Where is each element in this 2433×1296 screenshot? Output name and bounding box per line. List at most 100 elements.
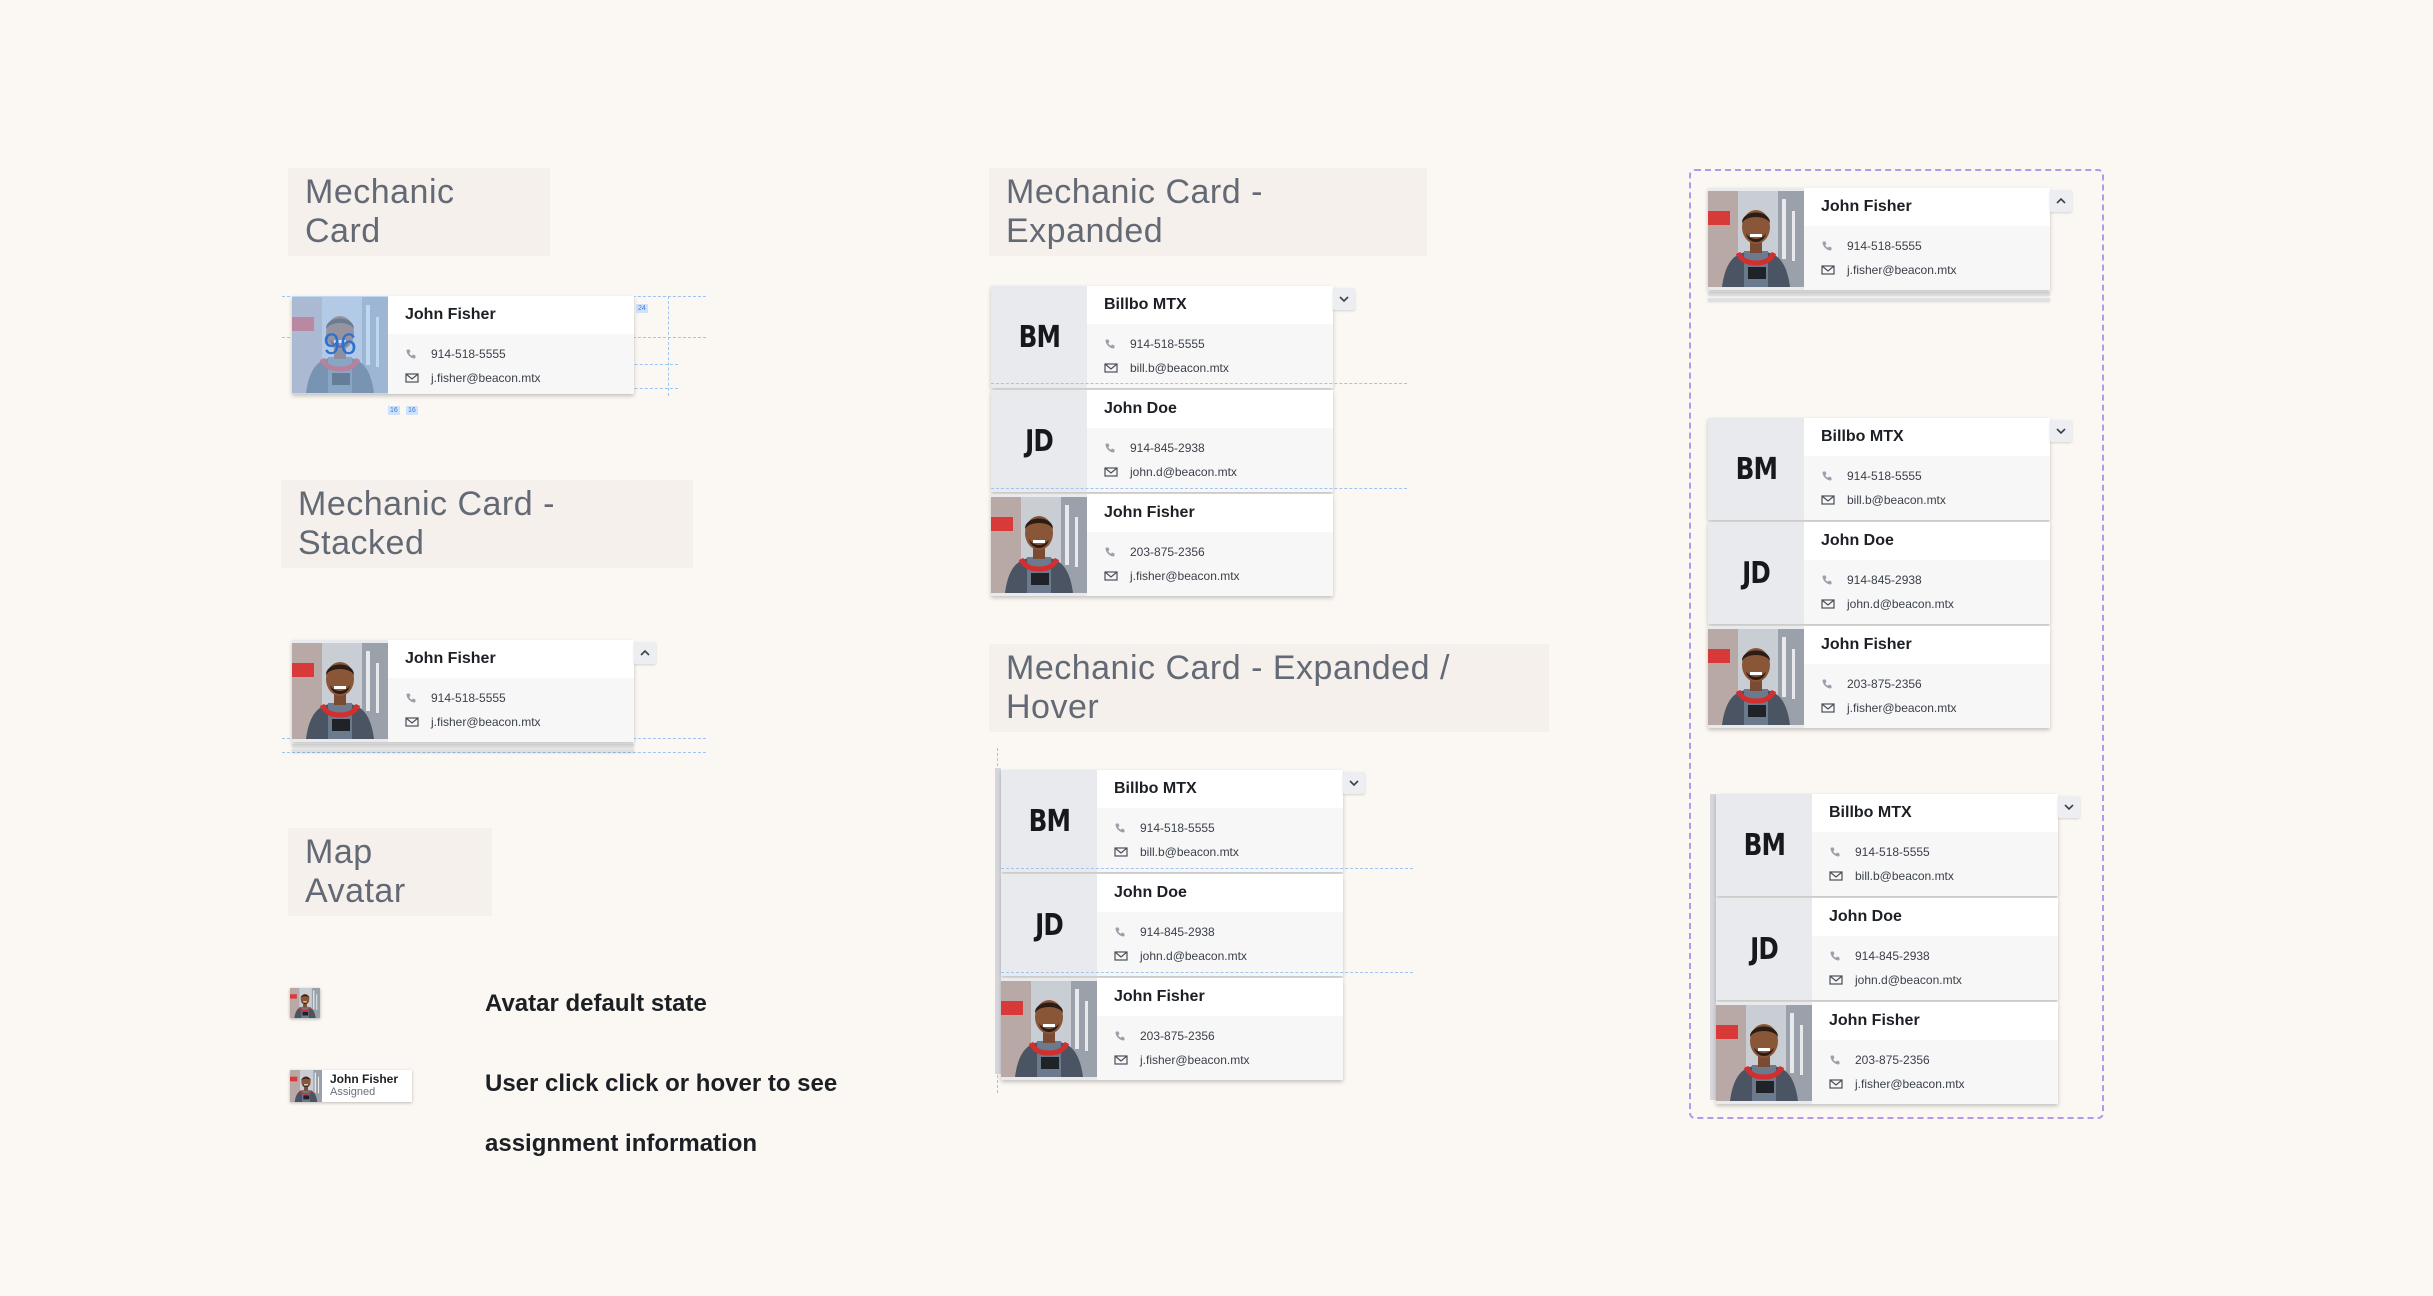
mechanic-email[interactable]: j.fisher@beacon.mtx [1847, 263, 1957, 277]
title-text: Mechanic Card - Stacked [298, 485, 555, 562]
mail-icon [1829, 870, 1855, 882]
map-avatar-assigned[interactable]: John Fisher Assigned [290, 1070, 412, 1102]
mechanic-name: John Fisher [1114, 988, 1205, 1005]
mechanic-phone[interactable]: 914-845-2938 [1130, 441, 1205, 455]
mechanic-email[interactable]: john.d@beacon.mtx [1140, 949, 1247, 963]
variant-collapsed-card[interactable]: John Fisher 914-518-5555 j.fisher@beacon… [1708, 188, 2050, 290]
mechanic-phone[interactable]: 914-518-5555 [1847, 469, 1922, 483]
phone-icon [1104, 442, 1130, 454]
mechanic-email[interactable]: bill.b@beacon.mtx [1855, 869, 1954, 883]
avatar: BM [1708, 418, 1804, 520]
phone-icon [1104, 338, 1130, 350]
mechanic-card-billbo[interactable]: BM Billbo MTX 914-518-5555 bill.b@beacon… [991, 286, 1333, 388]
variant-hover-john-doe[interactable]: JD John Doe 914-845-2938 john.d@beacon.m… [1716, 898, 2058, 1000]
mechanic-email[interactable]: john.d@beacon.mtx [1855, 973, 1962, 987]
map-avatar[interactable] [290, 988, 320, 1018]
guide-line [1001, 972, 1413, 973]
mechanic-card-john-fisher-hover[interactable]: John Fisher 203-875-2356 j.fisher@beacon… [1001, 978, 1343, 1080]
collapse-button[interactable] [1333, 288, 1355, 310]
avatar-photo [1708, 188, 1804, 290]
mechanic-name: John Fisher [1104, 504, 1195, 521]
mechanic-phone[interactable]: 914-518-5555 [431, 347, 506, 361]
mechanic-email[interactable]: john.d@beacon.mtx [1847, 597, 1954, 611]
mechanic-phone[interactable]: 914-845-2938 [1847, 573, 1922, 587]
mechanic-phone[interactable]: 914-518-5555 [431, 691, 506, 705]
stack-layer [1708, 298, 2050, 301]
avatar-photo [991, 494, 1087, 596]
avatar-initials: BM [1735, 451, 1777, 487]
click-hover-label-line2: assignment information [485, 1130, 758, 1157]
chevron-up-icon [2054, 194, 2068, 208]
mechanic-card-john-doe-hover[interactable]: JD John Doe 914-845-2938 john.d@beacon.m… [1001, 874, 1343, 976]
variant-hover-john-fisher[interactable]: John Fisher 203-875-2356 j.fisher@beacon… [1716, 1002, 2058, 1104]
variant-hover-billbo[interactable]: BM Billbo MTX 914-518-5555 bill.b@beacon… [1716, 794, 2058, 896]
guide-line [991, 488, 1407, 489]
expand-button[interactable] [634, 642, 656, 664]
phone-icon [1114, 822, 1140, 834]
title-expanded: Mechanic Card - Expanded [989, 168, 1427, 256]
mechanic-name: John Fisher [1829, 1012, 1920, 1029]
avatar [1708, 626, 1804, 728]
mechanic-email[interactable]: j.fisher@beacon.mtx [431, 715, 541, 729]
mechanic-card[interactable]: 96 John Fisher 914-518-5555 j.fisher@bea… [292, 296, 634, 394]
avatar: BM [1716, 794, 1812, 896]
assign-status: Assigned [330, 1086, 376, 1098]
mechanic-phone[interactable]: 914-518-5555 [1847, 239, 1922, 253]
mechanic-email[interactable]: j.fisher@beacon.mtx [1847, 701, 1957, 715]
mechanic-email[interactable]: j.fisher@beacon.mtx [1130, 569, 1240, 583]
avatar [1001, 978, 1097, 1080]
phone-icon [405, 692, 431, 704]
collapse-button[interactable] [2050, 420, 2072, 442]
mechanic-name: John Doe [1829, 908, 1902, 925]
phone-icon [1829, 950, 1855, 962]
mechanic-phone[interactable]: 203-875-2356 [1847, 677, 1922, 691]
variant-expanded-billbo[interactable]: BM Billbo MTX 914-518-5555 bill.b@beacon… [1708, 418, 2050, 520]
measure-tag: 16 [406, 406, 418, 415]
mechanic-phone[interactable]: 914-518-5555 [1140, 821, 1215, 835]
mechanic-phone[interactable]: 914-518-5555 [1855, 845, 1930, 859]
variant-expanded-john-doe[interactable]: JD John Doe 914-845-2938 john.d@beacon.m… [1708, 522, 2050, 624]
mechanic-card-billbo-hover[interactable]: BM Billbo MTX 914-518-5555 bill.b@beacon… [1001, 770, 1343, 872]
mechanic-name: Billbo MTX [1829, 804, 1912, 821]
collapse-button[interactable] [1343, 772, 1365, 794]
avatar: BM [1001, 770, 1097, 872]
mechanic-card-john-fisher[interactable]: John Fisher 203-875-2356 j.fisher@beacon… [991, 494, 1333, 596]
expand-button[interactable] [2050, 190, 2072, 212]
title-text: Map Avatar [305, 833, 406, 910]
phone-icon [1829, 846, 1855, 858]
mechanic-name: Billbo MTX [1114, 780, 1197, 797]
avatar-initials: JD [1750, 931, 1779, 967]
variant-expanded-john-fisher[interactable]: John Fisher 203-875-2356 j.fisher@beacon… [1708, 626, 2050, 728]
mail-icon [1114, 1054, 1140, 1066]
mechanic-card-stacked[interactable]: John Fisher 914-518-5555 j.fisher@beacon… [292, 640, 634, 742]
mechanic-email[interactable]: john.d@beacon.mtx [1130, 465, 1237, 479]
mechanic-email[interactable]: bill.b@beacon.mtx [1140, 845, 1239, 859]
collapse-button[interactable] [2058, 796, 2080, 818]
mechanic-name: John Doe [1104, 400, 1177, 417]
avatar-photo [1716, 1002, 1812, 1104]
mechanic-phone[interactable]: 914-845-2938 [1140, 925, 1215, 939]
measure-tag: 16 [388, 406, 400, 415]
avatar-initials: BM [1028, 803, 1070, 839]
guide-line [1001, 868, 1413, 869]
mechanic-email[interactable]: j.fisher@beacon.mtx [1140, 1053, 1250, 1067]
mechanic-phone[interactable]: 203-875-2356 [1140, 1029, 1215, 1043]
mechanic-name: Billbo MTX [1821, 428, 1904, 445]
mechanic-phone[interactable]: 914-518-5555 [1130, 337, 1205, 351]
mechanic-email[interactable]: bill.b@beacon.mtx [1847, 493, 1946, 507]
avatar: JD [1708, 522, 1804, 624]
mechanic-name: John Fisher [405, 650, 496, 667]
chevron-down-icon [2062, 800, 2076, 814]
mechanic-email[interactable]: bill.b@beacon.mtx [1130, 361, 1229, 375]
mail-icon [1104, 466, 1130, 478]
mail-icon [1829, 974, 1855, 986]
mechanic-phone[interactable]: 203-875-2356 [1130, 545, 1205, 559]
mechanic-email[interactable]: j.fisher@beacon.mtx [431, 371, 541, 385]
mechanic-card-john-doe[interactable]: JD John Doe 914-845-2938 john.d@beacon.m… [991, 390, 1333, 492]
mechanic-phone[interactable]: 914-845-2938 [1855, 949, 1930, 963]
mechanic-phone[interactable]: 203-875-2356 [1855, 1053, 1930, 1067]
avatar [292, 640, 388, 742]
mail-icon [1104, 362, 1130, 374]
avatar-initials: JD [1025, 423, 1054, 459]
mechanic-email[interactable]: j.fisher@beacon.mtx [1855, 1077, 1965, 1091]
